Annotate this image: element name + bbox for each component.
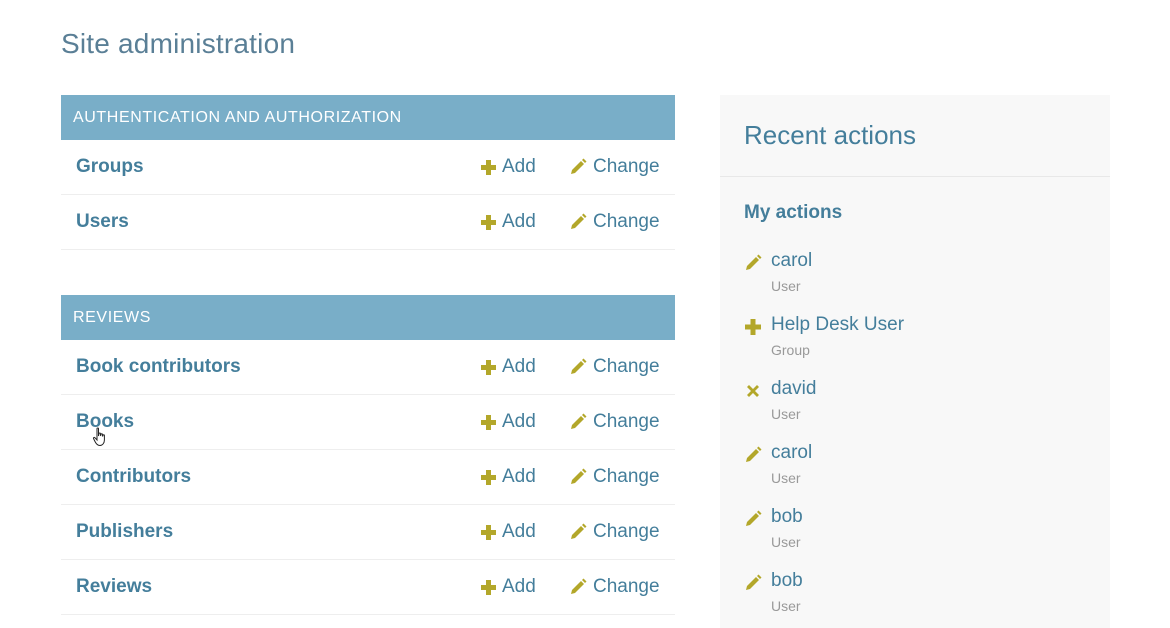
pencil-icon xyxy=(571,468,587,484)
recent-action-link[interactable]: carol xyxy=(771,442,812,464)
recent-action-link[interactable]: bob xyxy=(771,506,803,528)
module-auth: AUTHENTICATION AND AUTHORIZATION Groups … xyxy=(61,95,675,250)
model-link-users[interactable]: Users xyxy=(76,211,129,233)
my-actions-heading: My actions xyxy=(744,202,843,223)
add-label: Add xyxy=(502,156,536,177)
model-row-books: Books Add Change xyxy=(61,395,675,450)
add-book-contributors-button[interactable]: Add xyxy=(481,356,536,378)
change-label: Change xyxy=(593,521,660,542)
model-row-reviews: Reviews Add Change xyxy=(61,560,675,615)
add-label: Add xyxy=(502,521,536,542)
plus-icon xyxy=(481,214,496,230)
add-publishers-button[interactable]: Add xyxy=(481,521,536,543)
change-label: Change xyxy=(593,356,660,377)
add-label: Add xyxy=(502,466,536,487)
change-label: Change xyxy=(593,411,660,432)
model-row-groups: Groups Add Change xyxy=(61,140,675,195)
plus-icon xyxy=(745,319,761,335)
add-users-button[interactable]: Add xyxy=(481,211,536,233)
pencil-icon xyxy=(746,254,762,270)
change-books-button[interactable]: Change xyxy=(569,411,660,433)
add-label: Add xyxy=(502,576,536,597)
pencil-icon xyxy=(746,446,762,462)
model-link-contributors[interactable]: Contributors xyxy=(76,466,191,488)
change-publishers-button[interactable]: Change xyxy=(569,521,660,543)
change-label: Change xyxy=(593,576,660,597)
add-label: Add xyxy=(502,411,536,432)
plus-icon xyxy=(481,524,496,540)
delete-icon xyxy=(747,385,759,397)
page-title: Site administration xyxy=(61,28,296,59)
recent-actions-panel: Recent actions My actions carol User Hel… xyxy=(720,95,1110,628)
add-groups-button[interactable]: Add xyxy=(481,156,536,178)
recent-action-link[interactable]: bob xyxy=(771,570,803,592)
module-caption[interactable]: REVIEWS xyxy=(61,295,675,340)
plus-icon xyxy=(481,159,496,175)
recent-action-type: User xyxy=(771,470,801,486)
model-link-publishers[interactable]: Publishers xyxy=(76,521,173,543)
recent-action-link[interactable]: carol xyxy=(771,250,812,272)
change-users-button[interactable]: Change xyxy=(569,211,660,233)
change-book-contributors-button[interactable]: Change xyxy=(569,356,660,378)
pencil-icon xyxy=(571,213,587,229)
module-caption[interactable]: AUTHENTICATION AND AUTHORIZATION xyxy=(61,95,675,140)
pencil-icon xyxy=(571,523,587,539)
change-groups-button[interactable]: Change xyxy=(569,156,660,178)
model-row-book-contributors: Book contributors Add Change xyxy=(61,340,675,395)
plus-icon xyxy=(481,359,496,375)
recent-action-type: User xyxy=(771,534,801,550)
recent-action-link[interactable]: david xyxy=(771,378,816,400)
add-contributors-button[interactable]: Add xyxy=(481,466,536,488)
pencil-icon xyxy=(571,358,587,374)
recent-action-type: User xyxy=(771,278,801,294)
change-label: Change xyxy=(593,156,660,177)
pencil-icon xyxy=(571,578,587,594)
add-reviews-button[interactable]: Add xyxy=(481,576,536,598)
plus-icon xyxy=(481,469,496,485)
change-contributors-button[interactable]: Change xyxy=(569,466,660,488)
hand-cursor-icon xyxy=(92,427,105,447)
model-row-contributors: Contributors Add Change xyxy=(61,450,675,505)
change-label: Change xyxy=(593,466,660,487)
recent-action-type: Group xyxy=(771,342,810,358)
recent-action-type: User xyxy=(771,598,801,614)
model-link-reviews[interactable]: Reviews xyxy=(76,576,152,598)
pencil-icon xyxy=(746,510,762,526)
add-books-button[interactable]: Add xyxy=(481,411,536,433)
pencil-icon xyxy=(746,574,762,590)
plus-icon xyxy=(481,414,496,430)
change-label: Change xyxy=(593,211,660,232)
pencil-icon xyxy=(571,158,587,174)
model-row-users: Users Add Change xyxy=(61,195,675,250)
add-label: Add xyxy=(502,356,536,377)
recent-action-type: User xyxy=(771,406,801,422)
recent-actions-title: Recent actions xyxy=(720,95,1110,177)
model-link-groups[interactable]: Groups xyxy=(76,156,144,178)
add-label: Add xyxy=(502,211,536,232)
recent-action-link[interactable]: Help Desk User xyxy=(771,314,904,336)
plus-icon xyxy=(481,579,496,595)
model-link-book-contributors[interactable]: Book contributors xyxy=(76,356,241,378)
change-reviews-button[interactable]: Change xyxy=(569,576,660,598)
module-reviews: REVIEWS Book contributors Add Change Boo… xyxy=(61,295,675,615)
pencil-icon xyxy=(571,413,587,429)
model-row-publishers: Publishers Add Change xyxy=(61,505,675,560)
